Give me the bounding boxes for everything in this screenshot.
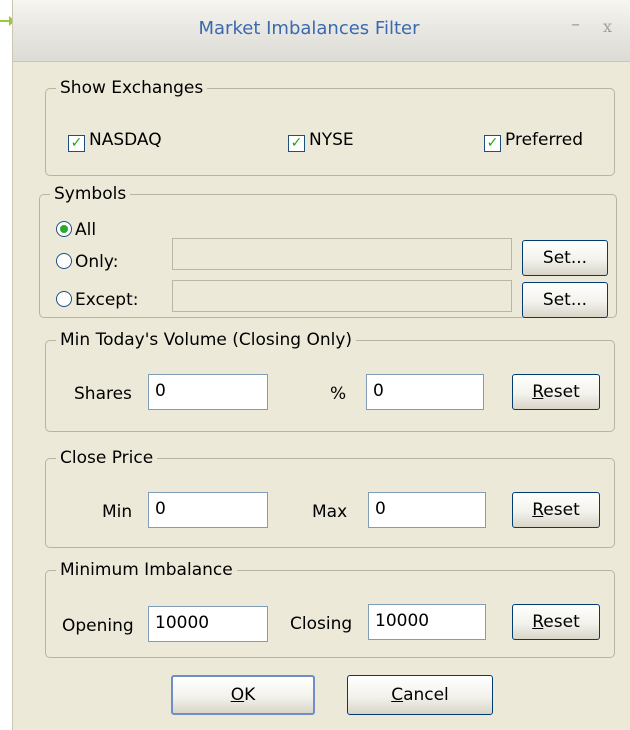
check-icon: ✓ — [288, 135, 305, 152]
cancel-button[interactable]: Cancel — [347, 675, 493, 715]
dialog-window: Market Imbalances Filter – x Show Exchan… — [12, 0, 630, 730]
all-radio[interactable]: All — [56, 220, 96, 240]
preferred-checkbox[interactable]: ✓ Preferred — [484, 130, 583, 152]
opening-label: Opening — [62, 616, 134, 636]
except-set-button[interactable]: Set... — [522, 282, 608, 318]
only-set-button[interactable]: Set... — [522, 240, 608, 276]
close-icon[interactable]: x — [603, 17, 612, 36]
nyse-label: NYSE — [309, 130, 354, 150]
imbalance-legend: Minimum Imbalance — [60, 560, 233, 580]
all-label: All — [75, 220, 97, 240]
symbols-legend: Symbols — [54, 184, 127, 204]
shares-label: Shares — [74, 384, 132, 404]
volume-group: Min Today's Volume (Closing Only) Shares… — [45, 330, 615, 432]
ok-button[interactable]: OK — [171, 675, 315, 715]
max-price-input[interactable]: 0 — [368, 492, 486, 528]
check-icon: ✓ — [484, 135, 501, 152]
min-price-input[interactable]: 0 — [148, 492, 268, 528]
nyse-checkbox[interactable]: ✓ NYSE — [288, 130, 354, 152]
only-radio[interactable]: Only: — [56, 252, 118, 272]
shares-input[interactable]: 0 — [148, 374, 268, 410]
imbalance-group: Minimum Imbalance Opening 10000 Closing … — [45, 560, 615, 658]
imbalance-reset-button[interactable]: Reset — [512, 604, 600, 640]
radio-icon — [56, 253, 72, 269]
check-icon: ✓ — [68, 135, 85, 152]
exchanges-group: Show Exchanges ✓ NASDAQ ✓ NYSE ✓ Preferred — [45, 78, 615, 176]
only-label: Only: — [75, 252, 119, 272]
volume-legend: Min Today's Volume (Closing Only) — [60, 330, 353, 350]
close-price-legend: Close Price — [60, 448, 154, 468]
except-radio[interactable]: Except: — [56, 290, 139, 310]
close-price-group: Close Price Min 0 Max 0 Reset — [45, 448, 615, 548]
except-label: Except: — [75, 290, 139, 310]
volume-reset-button[interactable]: Reset — [512, 374, 600, 410]
min-price-label: Min — [102, 502, 133, 522]
radio-selected-icon — [56, 221, 72, 237]
minimize-icon[interactable]: – — [571, 14, 580, 35]
nasdaq-checkbox[interactable]: ✓ NASDAQ — [68, 130, 162, 152]
title-bar[interactable]: Market Imbalances Filter – x — [13, 0, 630, 62]
except-symbols-input[interactable] — [172, 280, 512, 312]
window-title: Market Imbalances Filter — [198, 18, 420, 39]
percent-input[interactable]: 0 — [366, 374, 484, 410]
closing-input[interactable]: 10000 — [368, 604, 486, 640]
nasdaq-label: NASDAQ — [89, 130, 162, 150]
only-symbols-input[interactable] — [172, 238, 512, 270]
max-price-label: Max — [312, 502, 348, 522]
percent-label: % — [330, 384, 347, 404]
close-price-reset-button[interactable]: Reset — [512, 492, 600, 528]
closing-label: Closing — [290, 614, 353, 634]
exchanges-legend: Show Exchanges — [60, 78, 204, 98]
symbols-group: Symbols All Only: Set... Except: Set... — [39, 184, 617, 318]
radio-icon — [56, 291, 72, 307]
preferred-label: Preferred — [505, 130, 584, 150]
opening-input[interactable]: 10000 — [148, 606, 268, 642]
